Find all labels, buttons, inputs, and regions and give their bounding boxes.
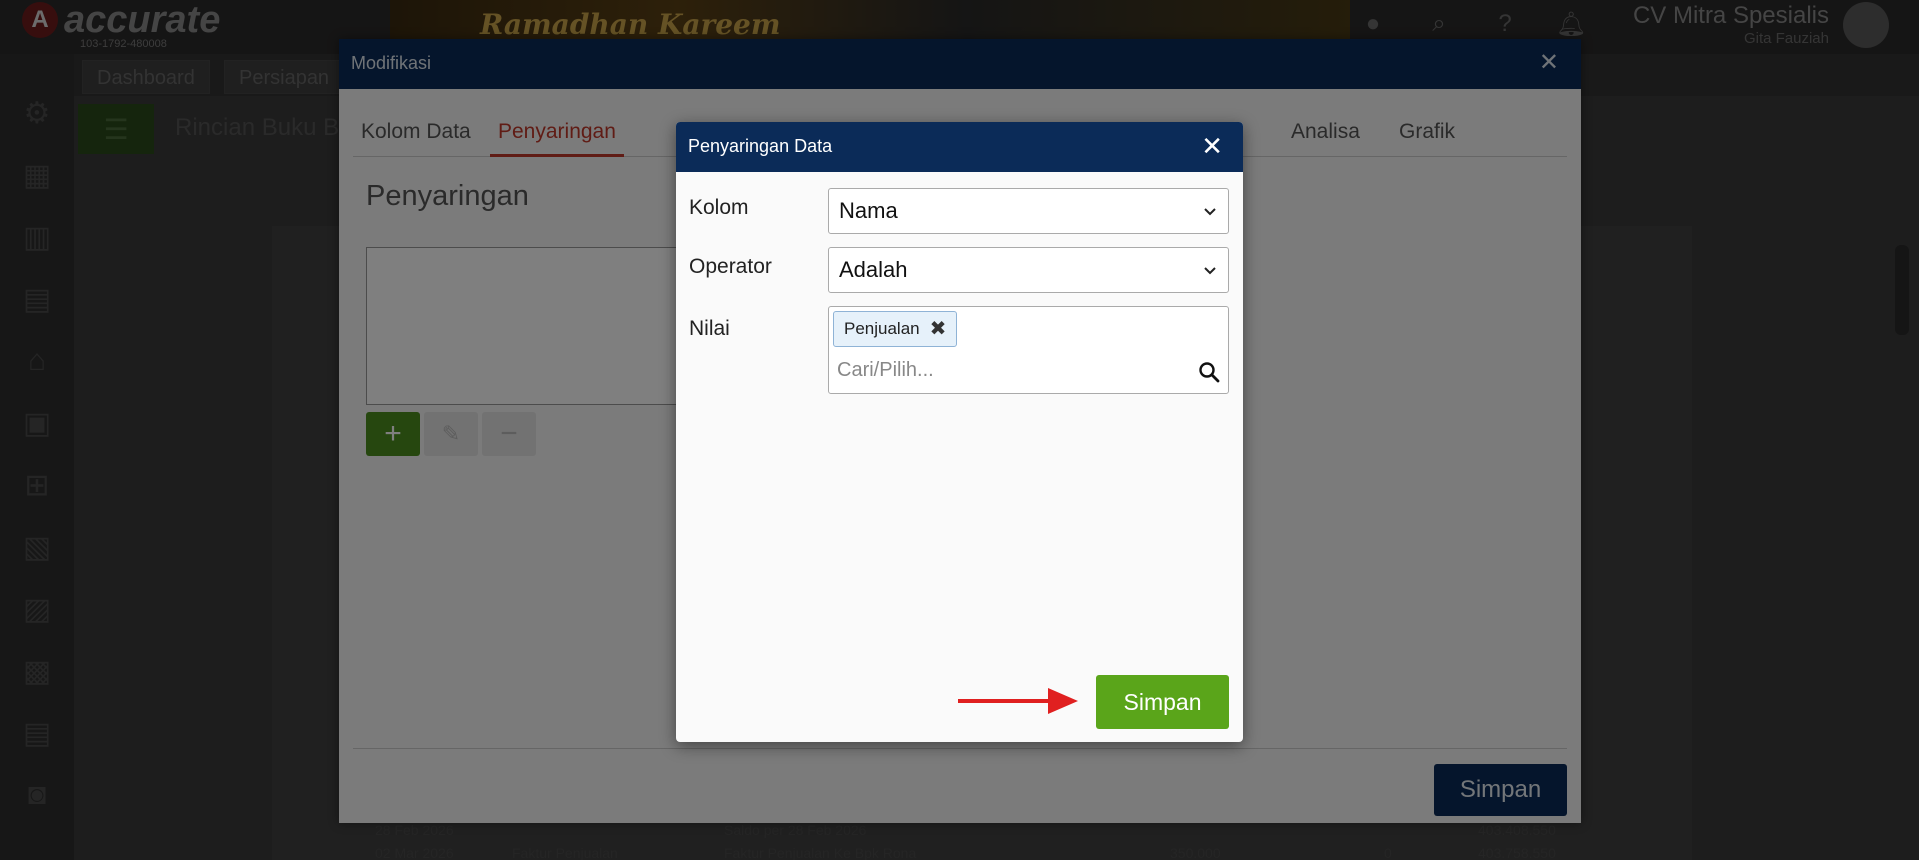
operator-value: Adalah	[839, 257, 908, 282]
chip-label: Penjualan	[844, 319, 920, 338]
chevron-down-icon	[1204, 267, 1216, 275]
remove-chip-icon[interactable]: ✖	[930, 319, 947, 339]
value-chip: Penjualan ✖	[833, 311, 958, 347]
pointer-arrow-icon	[958, 688, 1078, 714]
close-icon[interactable]: ✕	[1201, 132, 1223, 160]
kolom-select[interactable]: Nama	[828, 188, 1229, 234]
chevron-down-icon	[1204, 208, 1216, 216]
nilai-label: Nilai	[689, 317, 730, 340]
kolom-label: Kolom	[689, 196, 749, 219]
operator-label: Operator	[689, 255, 772, 278]
nilai-tag-input[interactable]: Penjualan ✖	[828, 306, 1229, 394]
search-icon[interactable]	[1198, 361, 1220, 383]
dialog-header: Penyaringan Data ✕	[676, 122, 1243, 172]
kolom-value: Nama	[839, 198, 898, 223]
operator-select[interactable]: Adalah	[828, 247, 1229, 293]
search-input[interactable]	[837, 355, 1177, 385]
save-button[interactable]: Simpan	[1096, 675, 1229, 729]
dialog-title: Penyaringan Data	[688, 136, 833, 156]
penyaringan-data-dialog: Penyaringan Data ✕ Kolom Nama Operator A…	[676, 122, 1243, 742]
